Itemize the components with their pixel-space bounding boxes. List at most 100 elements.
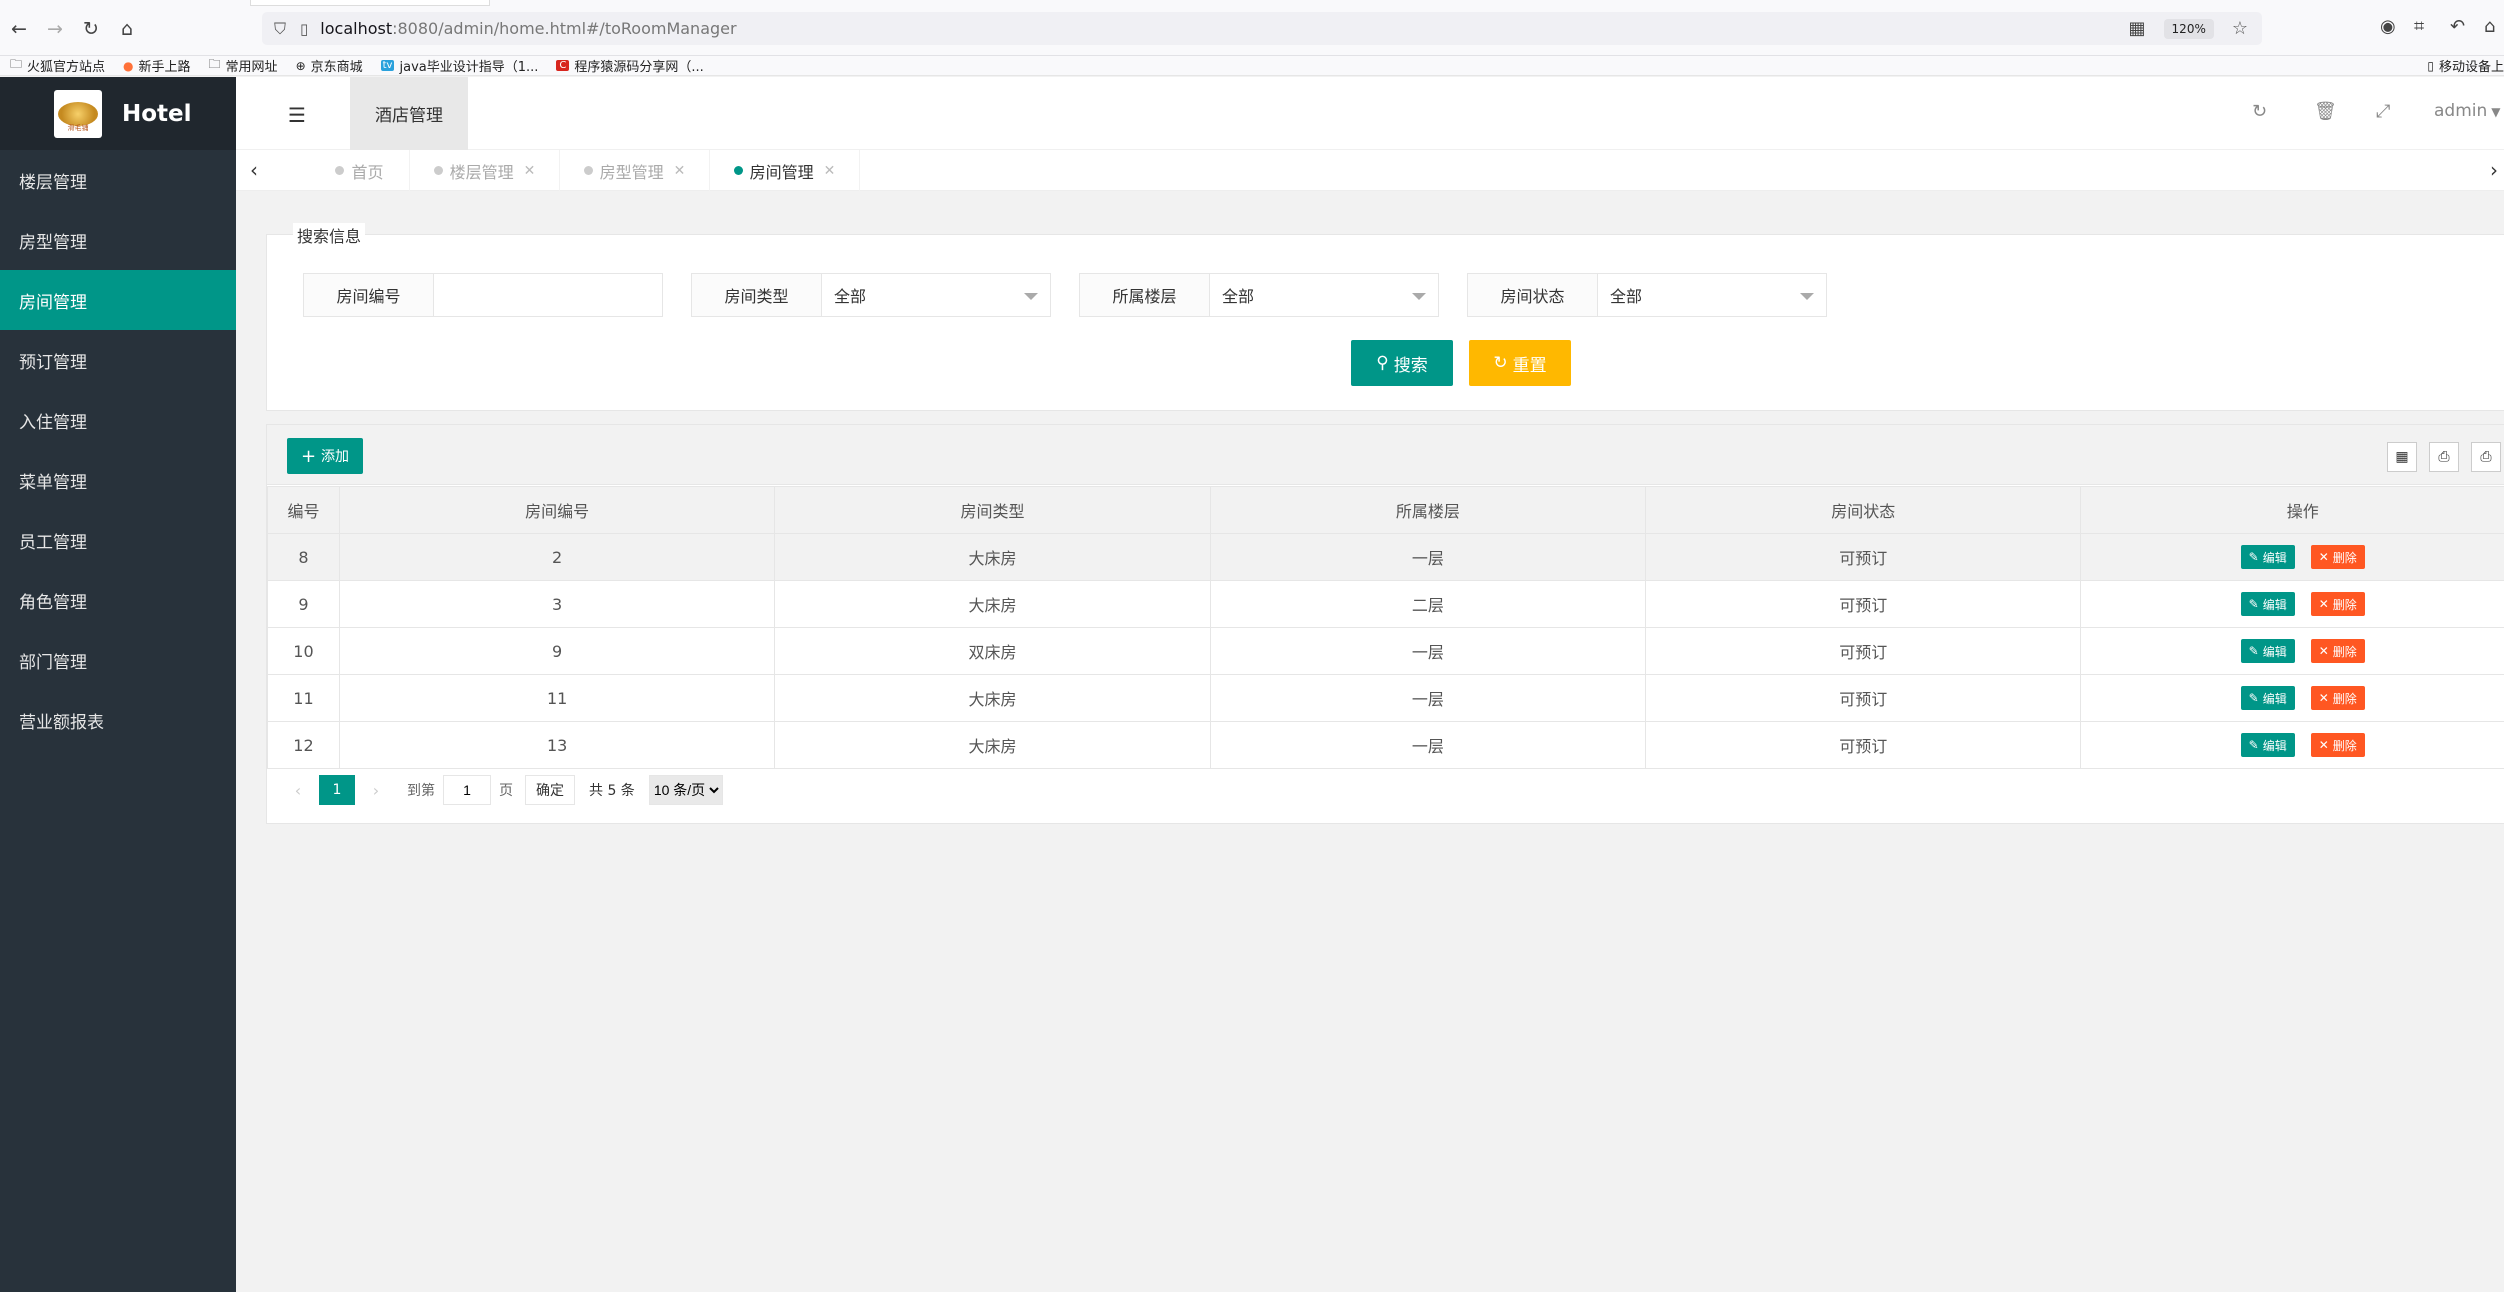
table-row[interactable]: 8 2 大床房 一层 可预订 ✎ 编辑 ✕ 删除: [267, 533, 2504, 581]
hotel-management-tab[interactable]: 酒店管理: [350, 77, 468, 150]
room-no-input[interactable]: [434, 274, 662, 316]
sidebar-item-room-type[interactable]: 房型管理: [0, 210, 236, 270]
cell-ops: ✎ 编辑 ✕ 删除: [2080, 674, 2504, 722]
sidebar-item-department[interactable]: 部门管理: [0, 630, 236, 690]
sidebar-item-revenue-report[interactable]: 营业额报表: [0, 690, 236, 750]
status-select[interactable]: 全部: [1598, 274, 1826, 316]
columns-filter-icon[interactable]: ▦: [2387, 442, 2417, 472]
edit-button[interactable]: ✎ 编辑: [2240, 686, 2295, 710]
user-menu[interactable]: admin ▼: [2434, 101, 2501, 121]
sidebar-item-checkin[interactable]: 入住管理: [0, 390, 236, 450]
close-icon: ✕: [2318, 550, 2329, 564]
cell-status: 可预订: [1645, 721, 2082, 769]
chevron-right-icon[interactable]: ›: [363, 781, 389, 800]
pencil-icon: ✎: [2248, 738, 2259, 752]
home-icon[interactable]: ⌂: [114, 16, 140, 42]
back-icon[interactable]: ←: [6, 16, 32, 42]
edit-button[interactable]: ✎ 编辑: [2240, 733, 2295, 757]
chevron-left-icon[interactable]: ‹: [250, 158, 258, 182]
qr-code-icon[interactable]: ▦: [2129, 18, 2146, 39]
add-button[interactable]: + 添加: [287, 438, 363, 474]
delete-button[interactable]: ✕ 删除: [2310, 733, 2365, 757]
status-label: 房间状态: [1468, 274, 1598, 316]
reload-icon[interactable]: ↻: [78, 16, 104, 42]
bookmark-item[interactable]: ⊕ 京东商城: [296, 56, 363, 76]
column-header[interactable]: 房间编号: [338, 486, 776, 534]
bookmark-item[interactable]: 🗀 火狐官方站点: [10, 55, 105, 76]
chevron-right-icon[interactable]: ›: [2490, 158, 2498, 182]
cell-floor: 一层: [1209, 627, 1647, 675]
delete-button[interactable]: ✕ 删除: [2310, 592, 2365, 616]
goto-page-input[interactable]: [443, 775, 491, 805]
sidebar-item-floor[interactable]: 楼层管理: [0, 150, 236, 210]
tab-room-type[interactable]: 房型管理 ✕: [560, 150, 710, 191]
search-button[interactable]: ⚲ 搜索: [1351, 340, 1453, 386]
bookmark-star-icon[interactable]: ☆: [2232, 18, 2248, 39]
delete-button[interactable]: ✕ 删除: [2310, 639, 2365, 663]
mobile-bookmarks[interactable]: ▯ 移动设备上: [2427, 56, 2504, 76]
cell-id: 9: [267, 580, 340, 628]
column-header[interactable]: 编号: [267, 486, 340, 534]
shield-icon: ⛉: [274, 18, 287, 38]
fullscreen-icon[interactable]: ⤢: [2376, 101, 2390, 122]
table-row[interactable]: 11 11 大床房 一层 可预订 ✎ 编辑 ✕ 删除: [267, 674, 2504, 722]
bookmark-item[interactable]: tv java毕业设计指导（1...: [380, 56, 538, 75]
status-field: 房间状态 全部: [1467, 273, 1827, 317]
print-icon[interactable]: ⎙: [2471, 442, 2501, 472]
floor-select[interactable]: 全部: [1210, 274, 1438, 316]
sidebar-item-room[interactable]: 房间管理: [0, 270, 236, 330]
refresh-icon[interactable]: ↻: [2252, 101, 2267, 122]
cell-type: 大床房: [774, 533, 1211, 581]
clear-cache-icon[interactable]: 🗑: [2314, 101, 2337, 122]
edit-button[interactable]: ✎ 编辑: [2240, 592, 2295, 616]
confirm-button[interactable]: 确定: [525, 775, 575, 805]
sidebar-item-role[interactable]: 角色管理: [0, 570, 236, 630]
tab-floor[interactable]: 楼层管理 ✕: [410, 150, 560, 191]
bookmark-item[interactable]: ● 新手上路: [123, 56, 191, 76]
room-type-field: 房间类型 全部: [691, 273, 1051, 317]
tab-home[interactable]: 首页: [310, 150, 410, 191]
cell-status: 可预订: [1645, 674, 2082, 722]
cell-id: 10: [267, 627, 340, 675]
zoom-level[interactable]: 120%: [2163, 18, 2214, 39]
bookmark-item[interactable]: 🗀 常用网址: [209, 55, 278, 76]
address-bar[interactable]: ⛉ ▯ localhost:8080/admin/home.html#/toRo…: [262, 12, 2262, 45]
crop-icon[interactable]: ⌗: [2414, 16, 2424, 37]
column-header[interactable]: 所属楼层: [1209, 486, 1647, 534]
delete-button[interactable]: ✕ 删除: [2310, 545, 2365, 569]
undo-icon[interactable]: ↶: [2450, 16, 2465, 37]
close-icon[interactable]: ✕: [524, 163, 536, 179]
sidebar-item-staff[interactable]: 员工管理: [0, 510, 236, 570]
page-info-icon[interactable]: ▯: [300, 20, 308, 38]
table-row[interactable]: 12 13 大床房 一层 可预订 ✎ 编辑 ✕ 删除: [267, 721, 2504, 769]
column-header[interactable]: 房间状态: [1645, 486, 2082, 534]
column-header[interactable]: 房间类型: [774, 486, 1211, 534]
export-icon[interactable]: ⎙: [2429, 442, 2459, 472]
sidebar-item-menu[interactable]: 菜单管理: [0, 450, 236, 510]
current-page[interactable]: 1: [319, 775, 355, 805]
bookmark-item[interactable]: C 程序猿源码分享网（...: [556, 56, 704, 75]
account-icon[interactable]: ◉: [2380, 16, 2396, 37]
tab-room[interactable]: 房间管理 ✕: [710, 150, 860, 191]
forward-icon[interactable]: →: [42, 16, 68, 42]
edit-button[interactable]: ✎ 编辑: [2240, 639, 2295, 663]
edit-button[interactable]: ✎ 编辑: [2240, 545, 2295, 569]
reset-button[interactable]: ↻ 重置: [1469, 340, 1571, 386]
page-size-select[interactable]: 10 条/页: [648, 775, 723, 805]
refresh-icon: ↻: [1493, 353, 1508, 373]
table-row[interactable]: 10 9 双床房 一层 可预订 ✎ 编辑 ✕ 删除: [267, 627, 2504, 675]
delete-button[interactable]: ✕ 删除: [2310, 686, 2365, 710]
chevron-left-icon[interactable]: ‹: [285, 781, 311, 800]
extensions-icon[interactable]: ⌂: [2484, 16, 2495, 37]
mobile-icon: ▯: [2427, 58, 2434, 73]
search-legend: 搜索信息: [293, 223, 366, 247]
sidebar-item-booking[interactable]: 预订管理: [0, 330, 236, 390]
room-no-label: 房间编号: [304, 274, 434, 316]
cell-type: 大床房: [774, 674, 1211, 722]
close-icon[interactable]: ✕: [824, 163, 836, 179]
table-row[interactable]: 9 3 大床房 二层 可预订 ✎ 编辑 ✕ 删除: [267, 580, 2504, 628]
close-icon[interactable]: ✕: [674, 163, 686, 179]
menu-toggle-icon[interactable]: ☰: [288, 103, 306, 127]
cell-ops: ✎ 编辑 ✕ 删除: [2080, 627, 2504, 675]
room-type-select[interactable]: 全部: [822, 274, 1050, 316]
